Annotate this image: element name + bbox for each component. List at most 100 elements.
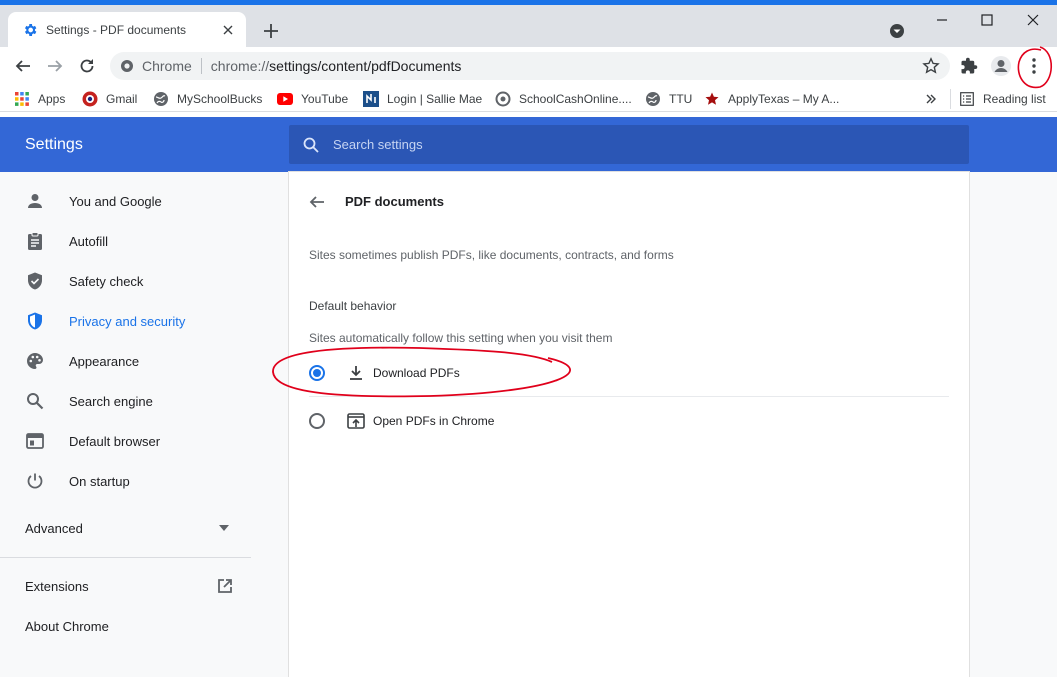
- open-in-new-icon: [218, 579, 232, 593]
- bookmark-sallie-mae[interactable]: Login | Sallie Mae: [363, 89, 482, 109]
- extensions-puzzle-icon[interactable]: [958, 55, 980, 77]
- shield-icon: [25, 311, 45, 331]
- url-text[interactable]: chrome://settings/content/pdfDocuments: [211, 58, 462, 74]
- window-close-icon[interactable]: [1025, 12, 1041, 28]
- bookmark-label: YouTube: [301, 92, 349, 106]
- sidebar-extensions-label: Extensions: [25, 578, 89, 594]
- bookmark-youtube[interactable]: YouTube: [277, 89, 348, 109]
- bookmark-schoolcash[interactable]: SchoolCashOnline....: [495, 89, 632, 109]
- sidebar-item-label: Appearance: [69, 353, 140, 369]
- gmail-icon: [82, 91, 98, 107]
- bookmark-myschoolbucks[interactable]: MySchoolBucks: [153, 89, 262, 109]
- browser-icon: [25, 431, 45, 451]
- sidebar-item-label: You and Google: [69, 193, 162, 209]
- section-heading: Default behavior: [309, 299, 397, 313]
- bookmark-label: ApplyTexas – My A...: [728, 92, 840, 106]
- open-in-browser-icon: [347, 412, 365, 430]
- back-arrow-icon[interactable]: [12, 55, 34, 77]
- settings-search[interactable]: [289, 125, 969, 164]
- search-input[interactable]: [333, 137, 933, 152]
- bookmark-label: Login | Sallie Mae: [387, 92, 483, 106]
- bookmark-apps[interactable]: Apps: [14, 89, 65, 109]
- sidebar-item-autofill[interactable]: Autofill: [0, 221, 251, 261]
- minimize-icon[interactable]: [934, 12, 950, 28]
- bookmark-star-icon[interactable]: [922, 57, 940, 75]
- page-title: PDF documents: [345, 194, 444, 209]
- new-tab-icon[interactable]: [262, 22, 280, 40]
- sidebar-advanced-label: Advanced: [25, 520, 83, 536]
- sallie-mae-icon: [363, 91, 379, 107]
- download-icon: [347, 364, 365, 382]
- bookmark-label: MySchoolBucks: [177, 92, 263, 106]
- bookmark-ttu[interactable]: TTU: [645, 89, 692, 109]
- settings-sidebar: You and Google Autofill Safety check Pri…: [0, 172, 251, 677]
- sidebar-item-default-browser[interactable]: Default browser: [0, 421, 251, 461]
- pdf-settings-card: PDF documents Sites sometimes publish PD…: [289, 172, 969, 677]
- bookmark-label: Gmail: [106, 92, 138, 106]
- maximize-icon[interactable]: [979, 12, 995, 28]
- schoolcash-icon: [495, 91, 511, 107]
- tab-title: Settings - PDF documents: [46, 22, 187, 37]
- globe-icon: [645, 91, 661, 107]
- power-icon: [25, 471, 45, 491]
- sidebar-item-about-chrome[interactable]: About Chrome: [0, 606, 251, 646]
- bookmark-gmail[interactable]: Gmail: [82, 89, 137, 109]
- gear-icon: [25, 23, 37, 36]
- shield-check-icon: [25, 271, 45, 291]
- radio-download-pdfs[interactable]: [309, 365, 325, 381]
- youtube-icon: [277, 91, 293, 107]
- sidebar-item-search-engine[interactable]: Search engine: [0, 381, 251, 421]
- back-arrow-icon[interactable]: [305, 190, 329, 214]
- page-description: Sites sometimes publish PDFs, like docum…: [309, 248, 674, 262]
- globe-icon: [153, 91, 169, 107]
- sidebar-item-label: Default browser: [69, 433, 161, 449]
- sidebar-divider: [0, 557, 251, 558]
- clipboard-icon: [25, 231, 45, 251]
- section-subtitle: Sites automatically follow this setting …: [309, 331, 613, 345]
- bookmark-applytexas[interactable]: ApplyTexas – My A...: [704, 89, 839, 109]
- kebab-menu-icon[interactable]: [1023, 55, 1045, 77]
- settings-header: Settings: [0, 117, 1057, 172]
- option-divider: [309, 396, 949, 397]
- bookmark-label: SchoolCashOnline....: [519, 92, 632, 106]
- reload-icon[interactable]: [76, 55, 98, 77]
- sidebar-item-label: On startup: [69, 473, 130, 489]
- search-icon: [303, 137, 319, 153]
- bookmark-label: TTU: [669, 92, 693, 106]
- tab-close-icon[interactable]: [220, 22, 236, 38]
- taskbar-strip: [0, 0, 1057, 5]
- profile-avatar-icon[interactable]: [990, 55, 1012, 77]
- option-download-pdfs[interactable]: Download PDFs: [309, 353, 949, 393]
- star-icon: [704, 91, 720, 107]
- tab-search-icon[interactable]: [888, 22, 906, 40]
- sidebar-item-safety-check[interactable]: Safety check: [0, 261, 251, 301]
- sidebar-item-you-and-google[interactable]: You and Google: [0, 181, 251, 221]
- sidebar-advanced-toggle[interactable]: Advanced: [0, 508, 251, 548]
- chevron-down-icon: [219, 525, 229, 531]
- palette-icon: [25, 351, 45, 371]
- settings-title: Settings: [25, 136, 83, 153]
- forward-arrow-icon[interactable]: [44, 55, 66, 77]
- sidebar-item-extensions[interactable]: Extensions: [0, 566, 251, 606]
- sidebar-item-on-startup[interactable]: On startup: [0, 461, 251, 501]
- option-open-pdfs-in-chrome[interactable]: Open PDFs in Chrome: [309, 401, 949, 441]
- sidebar-item-privacy-and-security[interactable]: Privacy and security: [0, 301, 251, 341]
- apps-grid-icon: [14, 91, 30, 107]
- sidebar-item-label: Search engine: [69, 393, 153, 409]
- radio-open-pdfs-in-chrome[interactable]: [309, 413, 325, 429]
- chrome-logo-icon: [121, 60, 133, 72]
- title-bar: Settings - PDF documents: [0, 0, 1057, 47]
- search-icon: [25, 391, 45, 411]
- address-bar[interactable]: Chrome chrome://settings/content/pdfDocu…: [110, 52, 950, 80]
- reading-list-button[interactable]: Reading list: [950, 89, 1046, 109]
- reading-list-label: Reading list: [983, 92, 1046, 106]
- sidebar-item-label: Autofill: [69, 233, 109, 249]
- browser-toolbar: Chrome chrome://settings/content/pdfDocu…: [0, 47, 1057, 85]
- option-label: Download PDFs: [373, 366, 460, 380]
- bookmark-label: Apps: [38, 92, 66, 106]
- sidebar-item-label: Privacy and security: [69, 313, 186, 329]
- bookmarks-overflow-chevron-icon[interactable]: [925, 89, 937, 109]
- sidebar-item-label: Safety check: [69, 273, 144, 289]
- tab-settings[interactable]: Settings - PDF documents: [8, 12, 246, 47]
- sidebar-item-appearance[interactable]: Appearance: [0, 341, 251, 381]
